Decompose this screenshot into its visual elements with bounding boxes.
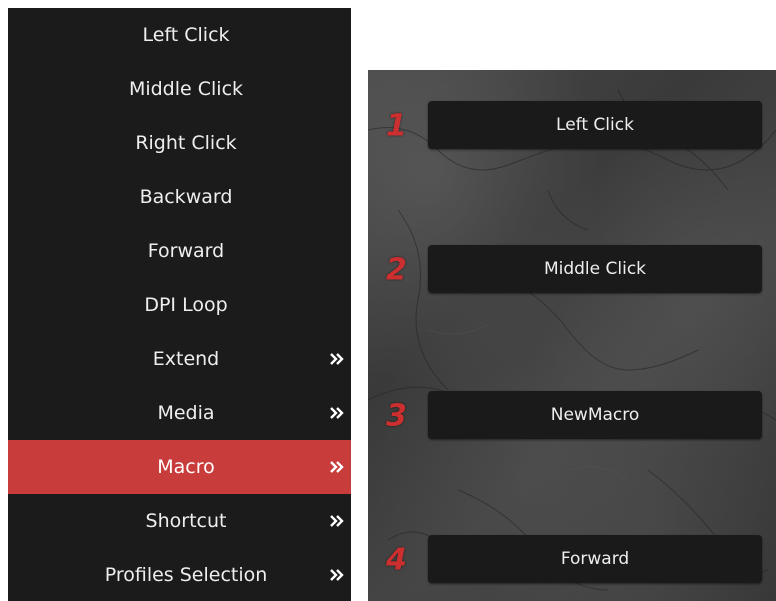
menu-item-label: Backward (139, 186, 233, 208)
slot-assignment-button[interactable]: Middle Click (428, 245, 762, 293)
menu-item-right-click[interactable]: Right Click (8, 116, 351, 170)
slot-number: 2 (386, 252, 407, 288)
menu-item-label: DPI Loop (144, 294, 228, 316)
menu-item-forward[interactable]: Forward (8, 224, 351, 278)
slot-number: 4 (386, 542, 407, 578)
menu-item-label: Macro (157, 456, 215, 478)
button-slot-4: 4 Forward (368, 535, 776, 585)
slot-number: 1 (386, 108, 407, 144)
menu-item-label: Shortcut (145, 510, 227, 532)
button-assignment-panel: 1 Left Click 2 Middle Click 3 NewMacro 4… (368, 70, 776, 601)
menu-item-label: Media (157, 402, 215, 424)
menu-item-label: Forward (147, 240, 225, 262)
button-function-menu: Left Click Middle Click Right Click Back… (8, 8, 351, 601)
menu-item-label: Left Click (142, 24, 230, 46)
slot-assignment-button[interactable]: NewMacro (428, 391, 762, 439)
double-chevron-right-icon (330, 353, 344, 365)
double-chevron-right-icon (330, 407, 344, 419)
menu-item-label: Extend (152, 348, 220, 370)
menu-item-profiles-selection[interactable]: Profiles Selection (8, 548, 351, 601)
slot-assignment-button[interactable]: Forward (428, 535, 762, 583)
button-slot-2: 2 Middle Click (368, 245, 776, 295)
double-chevron-right-icon (330, 569, 344, 581)
menu-item-backward[interactable]: Backward (8, 170, 351, 224)
menu-item-label: Profiles Selection (104, 564, 268, 586)
button-slot-1: 1 Left Click (368, 101, 776, 151)
menu-item-label: Middle Click (128, 78, 244, 100)
menu-item-middle-click[interactable]: Middle Click (8, 62, 351, 116)
menu-item-dpi-loop[interactable]: DPI Loop (8, 278, 351, 332)
double-chevron-right-icon (330, 515, 344, 527)
button-slot-3: 3 NewMacro (368, 391, 776, 441)
double-chevron-right-icon (330, 461, 344, 473)
menu-item-macro[interactable]: Macro (8, 440, 351, 494)
menu-item-label: Right Click (135, 132, 237, 154)
menu-item-extend[interactable]: Extend (8, 332, 351, 386)
slot-assignment-button[interactable]: Left Click (428, 101, 762, 149)
menu-item-left-click[interactable]: Left Click (8, 8, 351, 62)
menu-item-media[interactable]: Media (8, 386, 351, 440)
slot-number: 3 (386, 398, 407, 434)
app-window: Left Click Middle Click Right Click Back… (0, 0, 776, 601)
menu-item-shortcut[interactable]: Shortcut (8, 494, 351, 548)
